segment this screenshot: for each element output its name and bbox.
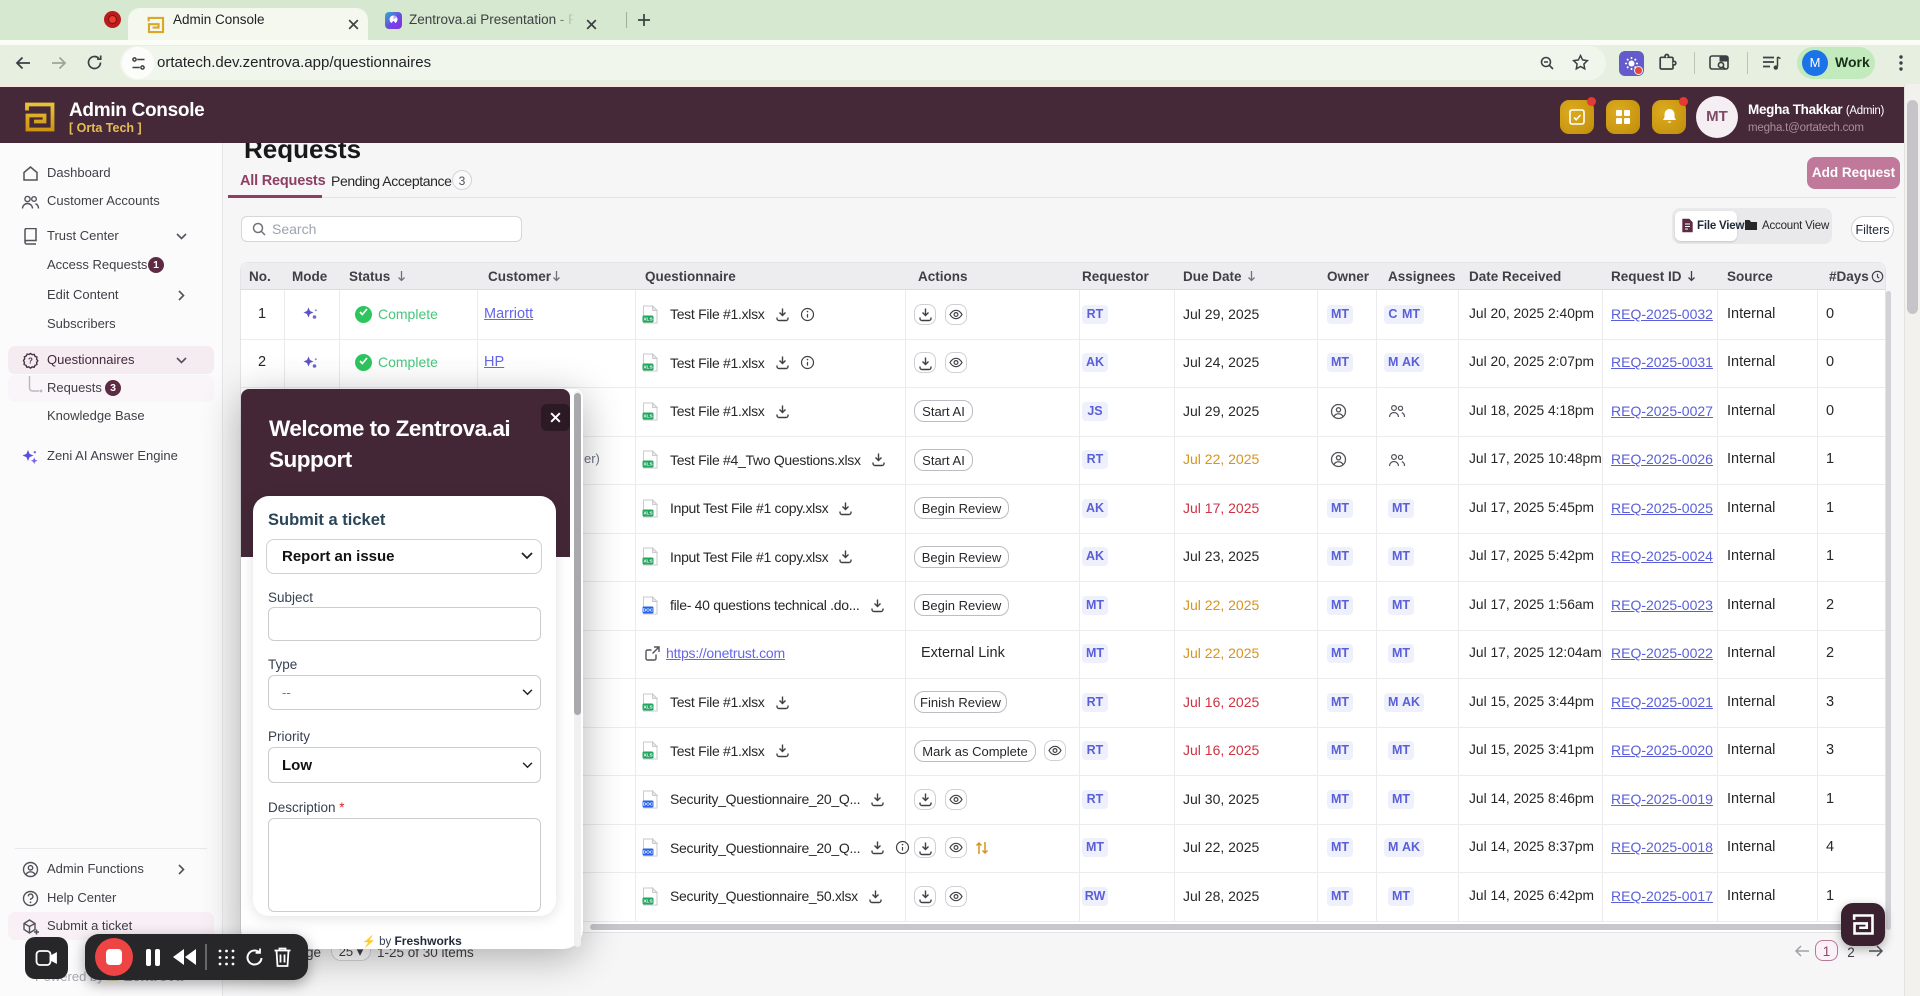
svg-text:DOC: DOC [643,801,654,807]
svg-text:XLS: XLS [643,559,653,565]
svg-text:XLS: XLS [643,510,653,516]
svg-text:XLS: XLS [643,462,653,468]
svg-text:DOC: DOC [643,850,654,856]
svg-text:XLS: XLS [643,413,653,419]
svg-text:XLS: XLS [643,753,653,759]
svg-text:XLS: XLS [643,365,653,371]
svg-text:XLS: XLS [643,898,653,904]
svg-text:XLS: XLS [643,704,653,710]
svg-text:?: ? [28,356,33,365]
svg-text:DOC: DOC [643,607,654,613]
svg-text:XLS: XLS [643,316,653,322]
